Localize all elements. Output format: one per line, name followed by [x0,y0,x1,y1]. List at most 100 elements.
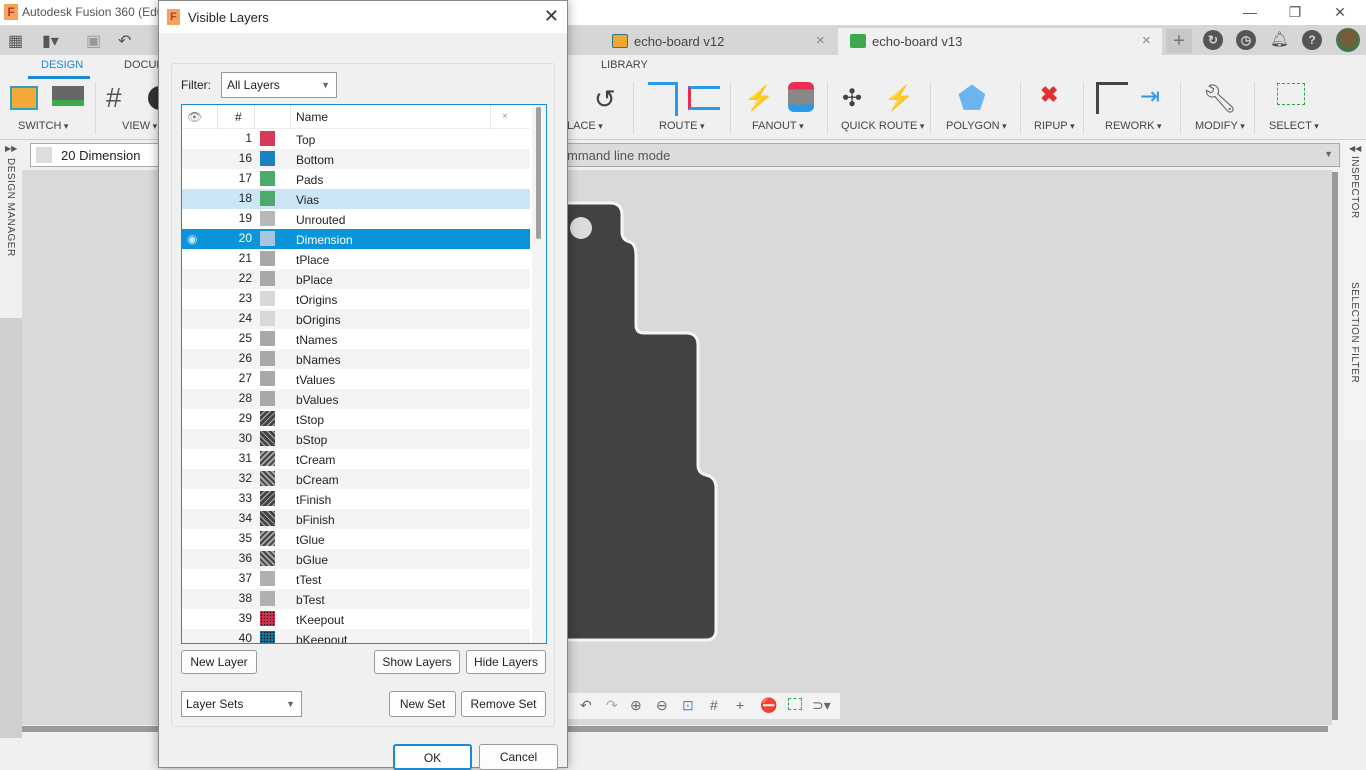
layer-color-swatch[interactable] [260,591,275,606]
layer-color-swatch[interactable] [260,491,275,506]
job-status-icon[interactable]: ◷ [1236,30,1256,50]
layer-color-swatch[interactable] [260,391,275,406]
switch-schematic-icon[interactable] [10,86,38,110]
layer-color-swatch[interactable] [260,211,275,226]
ribbon-group-ripup[interactable]: RIPUP [1034,120,1075,132]
current-layer-selector[interactable]: 20 Dimension [30,143,165,167]
ribbon-tab-library[interactable]: LIBRARY [601,59,648,71]
route-differential-icon[interactable] [688,86,720,110]
layer-row[interactable]: 21 tPlace [182,249,530,269]
layer-row[interactable]: 24 bOrigins [182,309,530,329]
chevron-down-icon[interactable]: ▼ [1324,149,1333,159]
route-single-icon[interactable] [648,82,678,116]
layer-color-swatch[interactable] [260,571,275,586]
notifications-bell-icon[interactable]: 🔔︎ [1270,30,1289,48]
grid-icon[interactable]: # [106,84,122,112]
fanout-via-icon[interactable] [788,82,814,112]
ribbon-tab-design[interactable]: DESIGN [41,59,83,71]
layer-color-swatch[interactable] [260,171,275,186]
layer-row[interactable]: 27 tValues [182,369,530,389]
layer-row[interactable]: ◉ 20 Dimension [182,229,530,249]
layer-color-swatch[interactable] [260,631,275,643]
close-dialog-icon[interactable]: ✕ [544,6,559,27]
layer-color-swatch[interactable] [260,511,275,526]
new-layer-button[interactable]: New Layer [181,650,257,674]
document-tab-v13[interactable]: echo-board v13 × [838,28,1162,55]
extensions-icon[interactable]: ↻ [1203,30,1223,50]
layer-color-swatch[interactable] [260,431,275,446]
ripup-icon[interactable]: ✖ [1040,82,1058,108]
selection-filter-label[interactable]: SELECTION FILTER [1349,282,1360,383]
ok-button[interactable]: OK [393,744,472,770]
switch-pcb-icon[interactable] [52,86,84,106]
layer-color-swatch[interactable] [260,191,275,206]
layer-sets-select[interactable]: Layer Sets ▼ [181,691,302,717]
clear-column-icon[interactable]: × [502,111,508,122]
right-side-panel[interactable]: ◀◀ INSPECTOR SELECTION FILTER [1344,140,1366,440]
zoom-out-icon[interactable]: ⊖ [656,697,668,714]
layer-color-swatch[interactable] [260,311,275,326]
layer-row[interactable]: 37 tTest [182,569,530,589]
quick-route-airwire-icon[interactable]: ⚡ [884,84,914,113]
ribbon-group-polygon[interactable]: POLYGON [946,120,1007,132]
layer-row[interactable]: 40 bKeepout [182,629,530,643]
redo-icon[interactable]: ↷ [606,697,618,714]
ribbon-group-fanout[interactable]: FANOUT [752,120,804,132]
number-column-header[interactable]: # [235,110,242,124]
layer-color-swatch[interactable] [260,411,275,426]
save-icon[interactable]: ▣ [86,31,101,51]
collapse-panel-icon[interactable]: ◀◀ [1349,144,1361,153]
layer-color-swatch[interactable] [260,351,275,366]
close-tab-icon[interactable]: × [816,32,825,49]
select-window-icon[interactable] [1277,83,1305,105]
restore-button[interactable]: ❐ [1275,2,1315,22]
ribbon-group-quick-route[interactable]: QUICK ROUTE [841,120,924,132]
design-manager-panel[interactable]: ▶▶ DESIGN MANAGER [0,140,22,318]
layer-row[interactable]: 35 tGlue [182,529,530,549]
layer-row[interactable]: 25 tNames [182,329,530,349]
layer-row[interactable]: 1 Top [182,129,530,149]
visibility-eye-icon[interactable]: ◉ [187,232,197,246]
visibility-column-eye-icon[interactable]: 👁 [187,110,202,124]
modify-wrench-icon[interactable]: 🔧︎ [1202,82,1238,115]
inspector-label[interactable]: INSPECTOR [1349,156,1360,219]
undo-icon[interactable]: ↶ [118,31,131,51]
ribbon-group-select[interactable]: SELECT [1269,120,1319,132]
layer-row[interactable]: 17 Pads [182,169,530,189]
rework-slide-icon[interactable]: ⇥ [1140,82,1160,111]
layer-row[interactable]: 32 bCream [182,469,530,489]
layer-color-swatch[interactable] [260,151,275,166]
layer-color-swatch[interactable] [260,371,275,386]
layer-row[interactable]: 36 bGlue [182,549,530,569]
layer-color-swatch[interactable] [260,531,275,546]
rework-corner-icon[interactable] [1096,82,1128,114]
layer-color-swatch[interactable] [260,291,275,306]
layer-row[interactable]: 29 tStop [182,409,530,429]
layer-row[interactable]: 22 bPlace [182,269,530,289]
fanout-icon[interactable]: ⚡ [744,84,774,113]
user-avatar[interactable] [1336,28,1360,52]
grid-icon[interactable]: # [710,697,718,713]
vertical-scrollbar[interactable] [1332,172,1338,720]
layer-color-swatch[interactable] [260,331,275,346]
name-column-header[interactable]: Name [296,110,328,124]
layer-row[interactable]: 19 Unrouted [182,209,530,229]
show-layers-button[interactable]: Show Layers [374,650,460,674]
quick-route-icon[interactable]: ✣ [842,84,862,113]
stop-command-icon[interactable]: ⛔ [760,697,777,714]
filter-select[interactable]: All Layers ▼ [221,72,337,98]
layer-row[interactable]: 38 bTest [182,589,530,609]
minimize-button[interactable]: — [1230,2,1270,22]
layer-color-swatch[interactable] [260,231,275,246]
layer-row[interactable]: 16 Bottom [182,149,530,169]
select-icon[interactable] [788,698,802,710]
ribbon-group-modify[interactable]: MODIFY [1195,120,1245,132]
ribbon-group-route[interactable]: ROUTE [659,120,705,132]
command-line-input[interactable]: mmand line mode ▼ [560,143,1340,167]
ribbon-group-view[interactable]: VIEW [122,120,157,132]
layer-color-swatch[interactable] [260,251,275,266]
help-icon[interactable]: ? [1302,30,1322,50]
close-tab-icon[interactable]: × [1142,32,1151,49]
ribbon-group-switch[interactable]: SWITCH [18,120,68,132]
app-grid-icon[interactable]: ▦ [8,31,23,51]
